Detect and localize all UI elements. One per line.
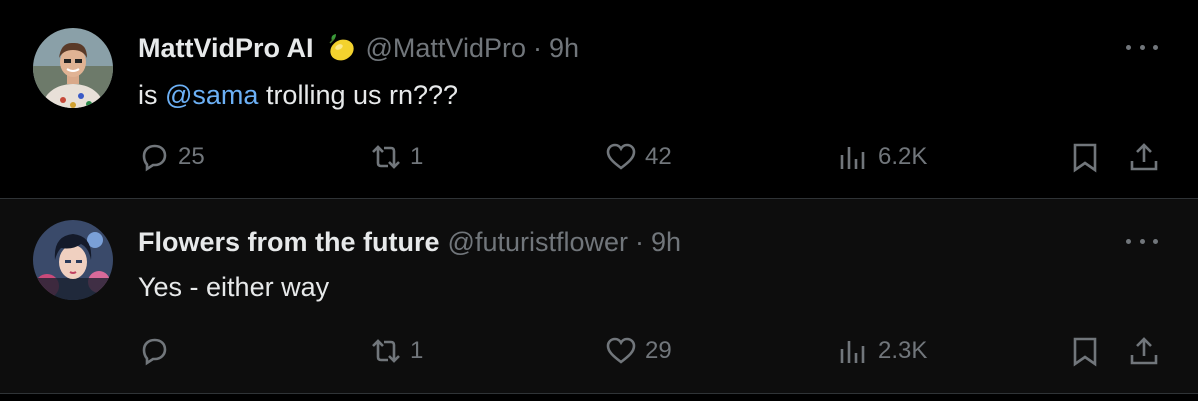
tweet-text: is @sama trolling us rn??? <box>138 80 459 110</box>
share-button[interactable] <box>1128 137 1160 177</box>
repost-icon <box>372 339 400 363</box>
avatar-futuristflower[interactable] <box>33 220 113 300</box>
handle[interactable]: @futuristflower <box>448 226 628 258</box>
share-icon <box>1130 337 1158 365</box>
timestamp[interactable]: 9h <box>549 32 579 64</box>
views-button[interactable]: 2.3K <box>838 331 927 371</box>
like-count: 42 <box>645 143 672 170</box>
reply-button[interactable]: 25 <box>138 137 205 177</box>
reply-icon <box>142 144 167 172</box>
heart-icon <box>606 143 636 170</box>
view-count: 6.2K <box>878 143 928 170</box>
like-button[interactable]: 29 <box>605 331 672 371</box>
separator: · <box>635 227 644 257</box>
display-name[interactable]: MattVidPro AI <box>138 32 314 64</box>
tweet-header: MattVidPro AI @MattVidPro · 9h <box>138 31 579 65</box>
timestamp[interactable]: 9h <box>651 226 681 258</box>
bookmark-button[interactable] <box>1069 137 1101 177</box>
mention-link[interactable]: @sama <box>165 80 258 110</box>
bookmark-button[interactable] <box>1069 331 1101 371</box>
bookmark-icon <box>1073 143 1097 173</box>
tweet[interactable]: MattVidPro AI @MattVidPro · 9h is @sama … <box>0 0 1198 198</box>
reply-icon <box>142 338 167 366</box>
repost-icon <box>372 145 400 169</box>
heart-icon <box>606 337 636 364</box>
lemon-icon <box>328 34 354 61</box>
share-icon <box>1130 143 1158 171</box>
handle[interactable]: @MattVidPro <box>366 32 526 64</box>
repost-button[interactable]: 1 <box>370 137 423 177</box>
separator: · <box>533 33 542 63</box>
share-button[interactable] <box>1128 331 1160 371</box>
tweet[interactable]: Flowers from the future @futuristflower … <box>0 199 1198 393</box>
views-button[interactable]: 6.2K <box>838 137 927 177</box>
repost-button[interactable]: 1 <box>370 331 423 371</box>
tweet-text: Yes - either way <box>138 272 330 302</box>
like-button[interactable]: 42 <box>605 137 672 177</box>
repost-count: 1 <box>410 337 424 364</box>
tweet-header: Flowers from the future @futuristflower … <box>138 226 681 258</box>
view-count: 2.3K <box>878 337 928 364</box>
reply-button[interactable] <box>138 331 178 371</box>
like-count: 29 <box>645 337 672 364</box>
reply-count: 25 <box>178 143 205 170</box>
action-bar: 25 1 42 6.2K <box>0 137 1198 177</box>
views-chart-icon <box>840 341 865 363</box>
repost-count: 1 <box>410 143 424 170</box>
display-name[interactable]: Flowers from the future <box>138 226 440 258</box>
views-chart-icon <box>840 147 865 169</box>
bookmark-icon <box>1073 337 1097 367</box>
more-options-icon[interactable] <box>1126 42 1158 52</box>
more-options-icon[interactable] <box>1126 236 1158 246</box>
action-bar: 1 29 2.3K <box>0 331 1198 371</box>
avatar-mattvidpro[interactable] <box>33 28 113 108</box>
